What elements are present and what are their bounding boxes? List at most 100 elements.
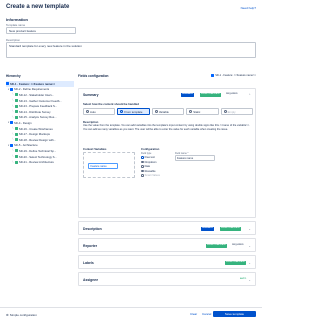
mode-description-text: Use the value from the template. You can… [83, 124, 250, 131]
mode-from-template[interactable]: From template [117, 108, 150, 115]
story-icon [10, 121, 13, 125]
description-card-title: Description [83, 227, 102, 231]
mode-variable[interactable]: Variable [151, 108, 185, 115]
hierarchy-item-label: SD-19 - Define Technical Sp... [18, 148, 57, 153]
subtask-icon [14, 115, 18, 119]
field-type-smart-values[interactable]: Smart Values [141, 174, 160, 177]
radio-icon [154, 110, 158, 113]
radio-icon [223, 110, 227, 113]
hierarchy-item-label: SD-4 - Design [14, 120, 32, 125]
story-icon [6, 82, 9, 86]
mode-auto[interactable]: Auto [83, 108, 116, 115]
hierarchy-item-label: SD-5 - Architecture [14, 143, 38, 148]
story-icon [10, 143, 13, 147]
context-variables-title: Context Variables [83, 147, 107, 151]
clear-button[interactable]: Clear [188, 311, 199, 317]
description-field-card[interactable]: Description VARIABLE FROM TEMPLATE ⌄ [78, 221, 256, 235]
tree-connector-icon: └ [12, 132, 14, 136]
field-type-reusable[interactable]: Reusable [141, 170, 156, 173]
tree-connector-icon: └ [12, 127, 14, 131]
required-tag: REQUIRED [226, 93, 238, 96]
radio-icon [141, 165, 144, 168]
tree-connector-icon: └ [12, 160, 14, 164]
gear-icon: ⚙ [6, 312, 9, 317]
footer-bar: ⚙ Simple configuration Clear Cancel Save… [0, 307, 262, 320]
field-type-dropdown[interactable]: Dropdown [141, 161, 156, 164]
cancel-button[interactable]: Cancel [200, 311, 213, 317]
radio-icon [141, 169, 144, 173]
hierarchy-item-label: SD-1 - Feature: <<Feature name>> [10, 81, 56, 86]
tree-connector-icon: └ [12, 99, 14, 103]
tree-connector-icon: └ [12, 149, 14, 153]
hierarchy-item-label: SD-16 - Create Wireframes [18, 126, 53, 131]
template-name-input[interactable]: New product feature [6, 27, 76, 34]
hierarchy-tree: SD-1 - Feature: <<Feature name>> ▾ SD-2 - … [6, 81, 74, 165]
field-name-input[interactable]: Feature name [175, 155, 215, 161]
hierarchy-item-label: SD-23 - Prepare Feedback S... [18, 104, 58, 109]
radio-icon [86, 110, 89, 113]
labels-card-title: Labels [83, 261, 94, 265]
from-template-tag: FROM TEMPLATE [225, 261, 246, 265]
need-help-link[interactable]: Need help? [241, 6, 256, 10]
field-type-date[interactable]: Date [141, 165, 150, 168]
chevron-down-icon[interactable]: ⌄ [248, 261, 251, 265]
from-template-tag: FROM TEMPLATE [220, 227, 241, 231]
required-tag: REQUIRED [232, 244, 244, 247]
chevron-up-icon[interactable]: ⌃ [248, 93, 251, 97]
subtask-icon [14, 127, 18, 131]
assignee-card-title: Assignee [83, 278, 99, 282]
summary-title: Summary [83, 93, 99, 97]
configuration-title: Configuration [141, 147, 160, 151]
story-icon [211, 74, 215, 77]
hierarchy-item-label: SD-15 - Analyze Survey Res... [18, 115, 57, 120]
hierarchy-item-label: SD-20 - Select Technology S... [18, 154, 57, 159]
summary-field-card: Summary VARIABLE FROM TEMPLATE REQUIRED … [78, 88, 256, 218]
context-variable-chip[interactable]: Feature name [88, 163, 118, 169]
chevron-down-icon[interactable]: ⌄ [248, 244, 251, 248]
hierarchy-item[interactable]: └ SD-21 - Review Architecture [6, 159, 74, 165]
subtask-icon [14, 104, 18, 108]
auto-tag: AUTO [240, 278, 247, 281]
mode-subtitle: Select how the content should be handled [83, 102, 139, 106]
tree-connector-icon: └ [12, 138, 14, 142]
radio-icon [141, 160, 144, 164]
labels-field-card[interactable]: Labels FROM TEMPLATE ⌄ [78, 255, 256, 269]
subtask-icon [14, 149, 18, 153]
radio-icon [141, 174, 144, 177]
tree-connector-icon: └ [12, 93, 14, 97]
tree-connector-icon: └ [12, 104, 14, 108]
chevron-down-icon[interactable]: ⌄ [248, 227, 251, 231]
chevron-down-icon[interactable]: ⌄ [248, 278, 251, 282]
description-input[interactable]: Standard template for every new feature … [6, 42, 256, 58]
story-icon [10, 87, 13, 91]
tree-connector-icon: └ [12, 110, 14, 114]
tree-connector-icon: └ [12, 115, 14, 119]
tree-connector-icon: └ [12, 155, 14, 159]
mode-selector: Auto From template Variable Static Empty [83, 108, 254, 115]
simple-configuration-toggle[interactable]: ⚙ Simple configuration [6, 313, 37, 317]
information-title: Information [6, 17, 28, 22]
hierarchy-item-label: SD-18 - Review Design with... [18, 137, 56, 142]
from-template-tag: FROM TEMPLATE [206, 244, 227, 248]
subtask-icon [14, 155, 18, 159]
hierarchy-item-label: SD-17 - Design Mockups [18, 132, 50, 137]
hierarchy-panel: Hierarchy SD-1 - Feature: <<Feature name… [6, 74, 74, 165]
mode-static[interactable]: Static [186, 108, 219, 115]
hierarchy-item-label: SD-12 - Stakeholder Interv... [18, 92, 55, 97]
context-variables-box: Feature name [83, 152, 135, 178]
hierarchy-title: Hierarchy [6, 74, 21, 78]
assignee-field-card[interactable]: Assignee AUTO ⌄ [78, 272, 256, 286]
radio-icon [189, 110, 193, 113]
subtask-icon [14, 160, 18, 164]
radio-selected-icon [141, 156, 144, 159]
reporter-field-card[interactable]: Reporter FROM TEMPLATE REQUIRED ⌄ [78, 238, 256, 252]
hierarchy-item-label: SD-13 - Gather Customer Feedb... [18, 98, 62, 103]
reporter-card-title: Reporter [83, 244, 98, 248]
subtask-icon [14, 99, 18, 103]
subtask-icon [14, 110, 18, 114]
field-type-free-text[interactable]: Free text [141, 156, 155, 159]
hierarchy-item-label: SD-21 - Review Architecture [18, 160, 54, 165]
mode-empty[interactable]: Empty [220, 108, 254, 115]
save-template-button[interactable]: Save template [213, 311, 256, 317]
subtask-icon [14, 132, 18, 136]
